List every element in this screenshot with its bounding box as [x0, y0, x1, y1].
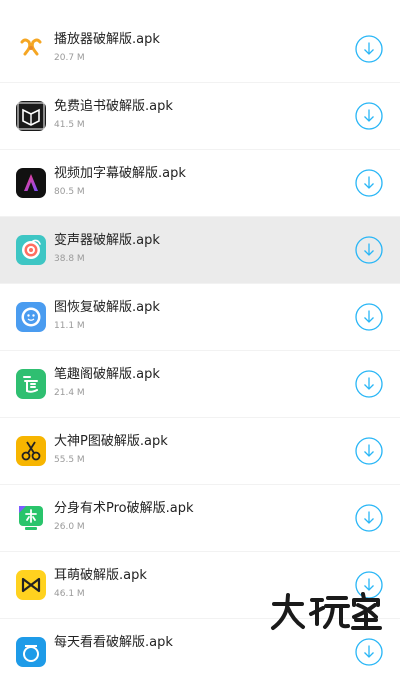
- download-button[interactable]: [354, 168, 384, 198]
- watermark-logo: [268, 590, 392, 634]
- file-list: 播放器破解版.apk 20.7 M 免费追书破解版.apk 41.5 M 视频加…: [0, 16, 400, 685]
- file-name: 笔趣阁破解版.apk: [54, 367, 160, 382]
- file-row[interactable]: 分身有术Pro破解版.apk 26.0 M: [0, 484, 400, 551]
- file-name: 图恢复破解版.apk: [54, 300, 160, 315]
- file-size: 26.0 M: [54, 522, 85, 532]
- file-size: 38.8 M: [54, 254, 85, 264]
- download-button[interactable]: [354, 637, 384, 667]
- download-icon: [355, 236, 383, 264]
- download-button[interactable]: [354, 101, 384, 131]
- file-row[interactable]: 图恢复破解版.apk 11.1 M: [0, 283, 400, 350]
- download-button[interactable]: [354, 235, 384, 265]
- download-button[interactable]: [354, 302, 384, 332]
- download-icon: [355, 303, 383, 331]
- free-reader-app-icon: [16, 101, 46, 131]
- photo-recovery-app-icon: [16, 302, 46, 332]
- file-name: 变声器破解版.apk: [54, 233, 160, 248]
- photo-editor-app-icon: [16, 436, 46, 466]
- file-size: 80.5 M: [54, 187, 85, 197]
- file-row[interactable]: 视频加字幕破解版.apk 80.5 M: [0, 149, 400, 216]
- download-icon: [355, 370, 383, 398]
- file-size: 20.7 M: [54, 53, 85, 63]
- file-size: 55.5 M: [54, 455, 85, 465]
- file-row[interactable]: 免费追书破解版.apk 41.5 M: [0, 82, 400, 149]
- file-name: 免费追书破解版.apk: [54, 99, 173, 114]
- file-name: 每天看看破解版.apk: [54, 635, 173, 650]
- biquge-app-icon: [16, 369, 46, 399]
- download-button[interactable]: [354, 34, 384, 64]
- file-row[interactable]: 播放器破解版.apk 20.7 M: [0, 16, 400, 82]
- ermeng-app-icon: [16, 570, 46, 600]
- file-name: 视频加字幕破解版.apk: [54, 166, 186, 181]
- download-button[interactable]: [354, 436, 384, 466]
- video-subtitle-app-icon: [16, 168, 46, 198]
- player-app-icon: [16, 34, 46, 64]
- download-button[interactable]: [354, 369, 384, 399]
- file-size: 46.1 M: [54, 589, 85, 599]
- voice-changer-app-icon: [16, 235, 46, 265]
- download-icon: [355, 169, 383, 197]
- download-icon: [355, 638, 383, 666]
- download-icon: [355, 504, 383, 532]
- top-bar: [0, 0, 400, 17]
- file-name: 分身有术Pro破解版.apk: [54, 501, 194, 516]
- file-row-selected[interactable]: 变声器破解版.apk 38.8 M: [0, 216, 400, 283]
- file-size: 11.1 M: [54, 321, 85, 331]
- download-icon: [355, 437, 383, 465]
- file-size: 41.5 M: [54, 120, 85, 130]
- download-icon: [355, 102, 383, 130]
- app-clone-app-icon: [16, 503, 46, 533]
- file-size: 21.4 M: [54, 388, 85, 398]
- daily-look-app-icon: [16, 637, 46, 667]
- download-icon: [355, 35, 383, 63]
- download-button[interactable]: [354, 503, 384, 533]
- file-row[interactable]: 笔趣阁破解版.apk 21.4 M: [0, 350, 400, 417]
- file-name: 播放器破解版.apk: [54, 32, 160, 47]
- file-name: 耳萌破解版.apk: [54, 568, 147, 583]
- file-name: 大神P图破解版.apk: [54, 434, 168, 449]
- file-row[interactable]: 大神P图破解版.apk 55.5 M: [0, 417, 400, 484]
